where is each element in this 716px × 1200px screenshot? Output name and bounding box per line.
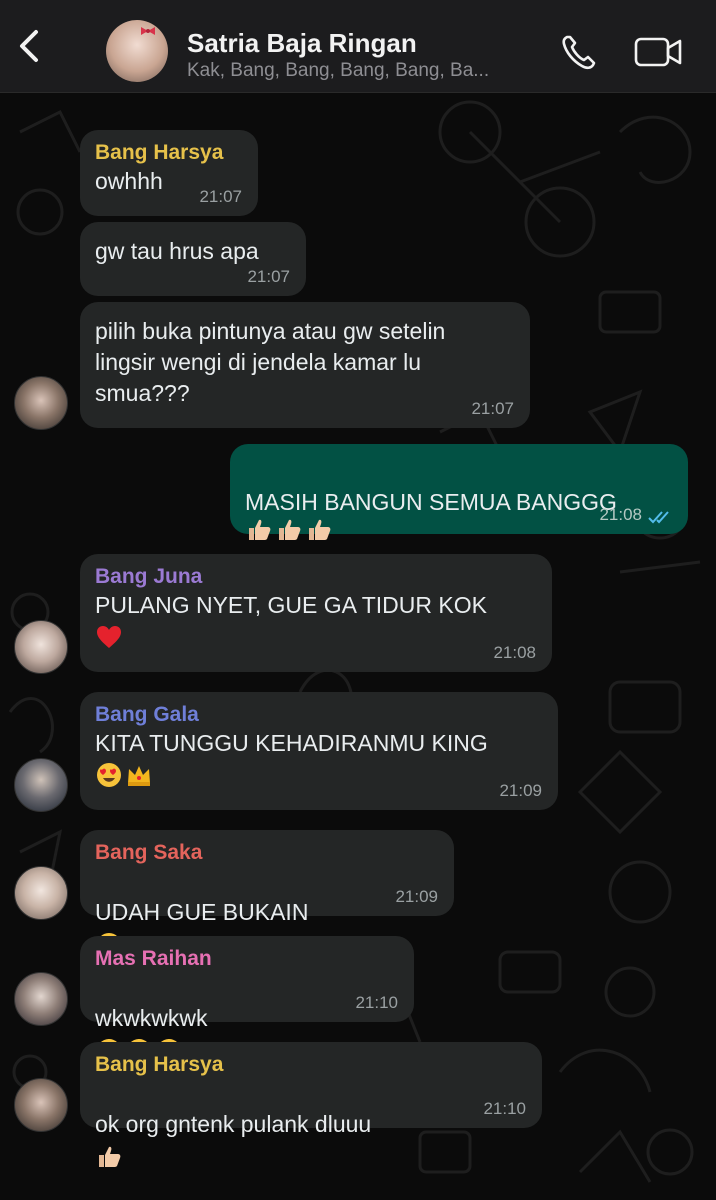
message-time: 21:07: [471, 399, 514, 418]
chat-header: Satria Baja Ringan Kak, Bang, Bang, Bang…: [0, 0, 716, 93]
red-heart-icon: [97, 626, 121, 648]
message-bubble[interactable]: gw tau hrus apa 21:07: [80, 222, 306, 296]
group-avatar[interactable]: [106, 20, 168, 82]
sender-name[interactable]: Bang Saka: [95, 840, 438, 866]
message-text-content: ok org gntenk pulank dluuu: [95, 1111, 372, 1137]
phone-icon: [562, 35, 596, 70]
video-camera-icon: [634, 37, 682, 67]
avatar[interactable]: [14, 376, 68, 430]
message-time: 21:10: [355, 993, 398, 1012]
message-time: 21:10: [483, 1099, 526, 1118]
sender-name[interactable]: Bang Harsya: [95, 1052, 526, 1078]
read-receipt-icon: [648, 511, 669, 524]
sender-name[interactable]: Bang Gala: [95, 702, 542, 728]
message-text: pilih buka pintunya atau gw setelin ling…: [95, 318, 446, 406]
voice-call-button[interactable]: [558, 30, 602, 74]
message-text: KITA TUNGGU KEHADIRANMU KING: [95, 730, 488, 756]
avatar[interactable]: [14, 620, 68, 674]
message-bubble[interactable]: Bang Harsya ok org gntenk pulank dluuu 2…: [80, 1042, 542, 1167]
chevron-left-icon: [20, 30, 38, 62]
message-text: PULANG NYET, GUE GA TIDUR KOK: [95, 592, 487, 618]
message-text: gw tau hrus apa: [95, 238, 259, 264]
message-text-content: MASIH BANGUN SEMUA BANGGG: [245, 489, 617, 515]
message-time: 21:08: [493, 643, 536, 662]
avatar[interactable]: [14, 972, 68, 1026]
message-bubble[interactable]: Bang Gala KITA TUNGGU KEHADIRANMU KING 2…: [80, 692, 558, 810]
message-time: 21:07: [247, 267, 290, 286]
sender-name[interactable]: Bang Harsya: [95, 140, 242, 166]
back-button[interactable]: [10, 26, 50, 66]
message-bubble[interactable]: Bang Saka UDAH GUE BUKAIN 21:09: [80, 830, 454, 957]
avatar[interactable]: [14, 758, 68, 812]
message-list[interactable]: Bang Harsya owhhh 21:07 gw tau hrus apa …: [0, 92, 716, 1200]
message-bubble-outgoing[interactable]: MASIH BANGUN SEMUA BANGGG 21:08: [230, 444, 688, 540]
avatar[interactable]: [14, 866, 68, 920]
message-bubble[interactable]: Bang Juna PULANG NYET, GUE GA TIDUR KOK …: [80, 554, 552, 672]
heart-eyes-crown-icons: [95, 761, 153, 789]
thumbs-up-icon: [245, 516, 333, 544]
message-text: ok org gntenk pulank dluuu: [95, 1078, 526, 1171]
sender-name[interactable]: Bang Juna: [95, 564, 536, 590]
message-time: 21:09: [499, 781, 542, 800]
sender-name[interactable]: Mas Raihan: [95, 946, 398, 972]
avatar[interactable]: [14, 1078, 68, 1132]
message-text-content: UDAH GUE BUKAIN: [95, 899, 309, 925]
bow-icon: [141, 27, 155, 35]
video-call-button[interactable]: [632, 30, 684, 74]
message-text-content: wkwkwkwk: [95, 1005, 208, 1031]
message-time: 21:07: [199, 187, 242, 206]
message-bubble[interactable]: Bang Harsya owhhh 21:07: [80, 130, 258, 216]
message-time: 21:09: [395, 887, 438, 906]
message-bubble[interactable]: Mas Raihan wkwkwkwk 21:10: [80, 936, 414, 1063]
participants-list[interactable]: Kak, Bang, Bang, Bang, Bang, Ba...: [187, 60, 547, 82]
chat-title[interactable]: Satria Baja Ringan: [187, 28, 417, 59]
message-time: 21:08: [599, 505, 642, 524]
message-bubble[interactable]: pilih buka pintunya atau gw setelin ling…: [80, 302, 530, 428]
thumbs-up-icon: [99, 1146, 121, 1167]
